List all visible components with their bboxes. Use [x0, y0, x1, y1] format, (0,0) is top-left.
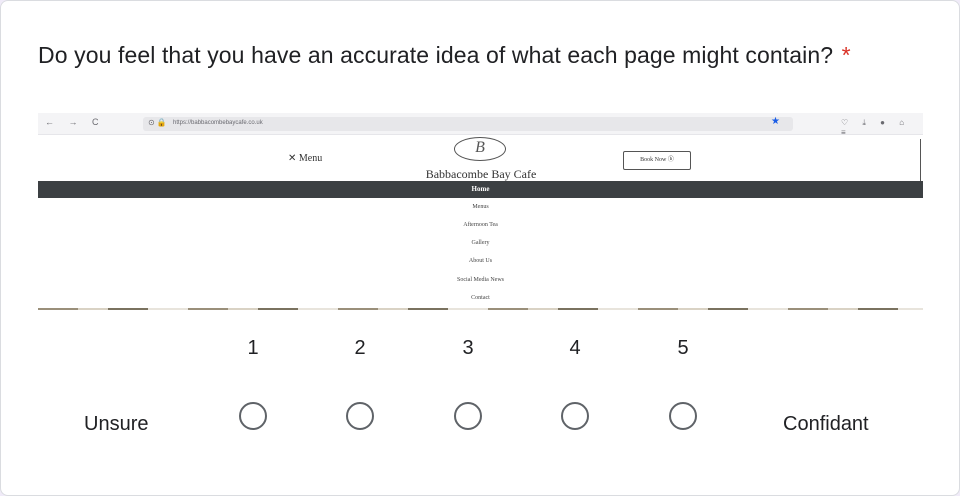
- scale-number-3: 3: [462, 337, 474, 359]
- address-bar: ⊙ 🔒 https://babbacombebaycafe.co.uk: [143, 117, 793, 131]
- menu-toggle: ✕ Menu: [288, 153, 323, 164]
- scale-number-5: 5: [677, 337, 689, 359]
- question-card: Do you feel that you have an accurate id…: [0, 0, 960, 496]
- question-text: Do you feel that you have an accurate id…: [38, 42, 834, 68]
- book-now-button: Book Now ⓑ: [623, 151, 691, 170]
- question-image: ← → C ⊙ 🔒 https://babbacombebaycafe.co.u…: [38, 113, 923, 310]
- question-title: Do you feel that you have an accurate id…: [38, 42, 851, 69]
- scale-high-label: Confidant: [783, 413, 869, 435]
- site-name: Babbacombe Bay Cafe: [425, 167, 537, 181]
- lock-icon: ⊙ 🔒: [148, 118, 167, 127]
- nav-item-afternoon-tea: Afternoon Tea: [463, 222, 498, 228]
- required-marker: *: [841, 42, 851, 68]
- radio-option-1[interactable]: [239, 402, 267, 430]
- scale-number-4: 4: [569, 337, 581, 359]
- scale-number-2: 2: [354, 337, 366, 359]
- scale-low-label: Unsure: [84, 413, 149, 435]
- nav-item-home: Home: [471, 185, 490, 193]
- browser-toolbar: ← → C ⊙ 🔒 https://babbacombebaycafe.co.u…: [38, 113, 923, 137]
- nav-highlight-band: Home: [38, 181, 923, 198]
- nav-item-contact: Contact: [471, 295, 490, 301]
- url-text: https://babbacombebaycafe.co.uk: [173, 120, 263, 126]
- nav-item-about-us: About Us: [468, 258, 493, 264]
- scale-number-1: 1: [247, 337, 259, 359]
- radio-option-5[interactable]: [669, 402, 697, 430]
- radio-option-4[interactable]: [561, 402, 589, 430]
- radio-option-3[interactable]: [454, 402, 482, 430]
- radio-option-2[interactable]: [346, 402, 374, 430]
- browser-nav-icons: ← → C: [45, 117, 105, 127]
- nav-item-gallery: Gallery: [471, 240, 490, 246]
- star-icon: ★: [771, 116, 780, 127]
- nav-item-social-media-news: Social Media News: [457, 277, 504, 283]
- logo-letter: B: [475, 139, 485, 156]
- site-logo: B: [454, 137, 506, 161]
- photo-strip: [38, 308, 923, 310]
- nav-item-menus: Menus: [472, 204, 489, 210]
